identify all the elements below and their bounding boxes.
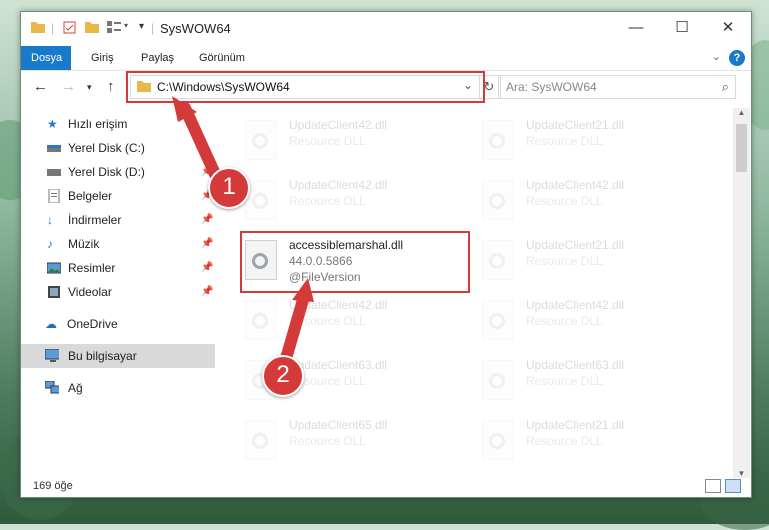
callout-2: 2 <box>262 355 304 397</box>
annotation-arrows <box>172 96 314 368</box>
arrow-2-head <box>292 278 314 302</box>
callout-1: 1 <box>208 167 250 209</box>
arrow-2 <box>279 287 311 368</box>
